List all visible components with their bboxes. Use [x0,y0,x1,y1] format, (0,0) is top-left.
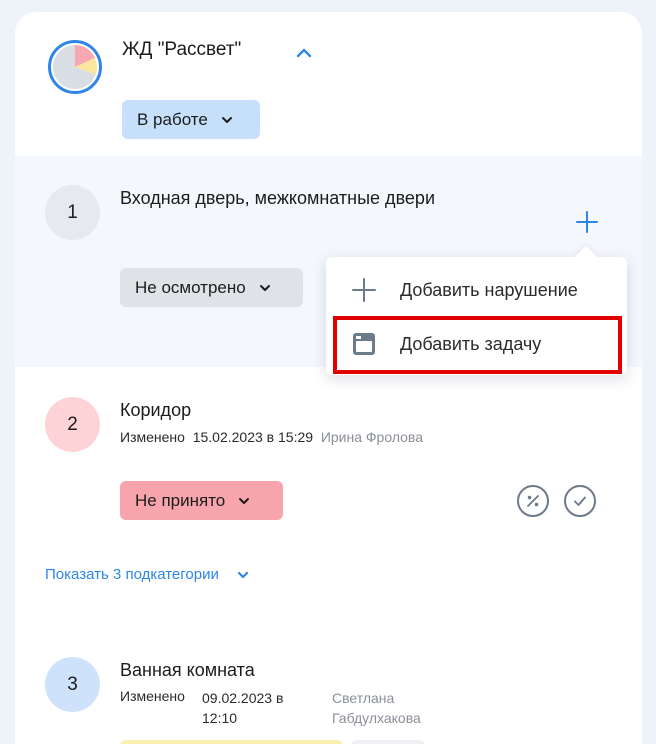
add-task-menu-item[interactable]: Добавить задачу [326,316,627,372]
chevron-up-icon[interactable] [293,42,315,64]
changed-date: 15.02.2023 в 15:29 [192,429,314,445]
room-number-badge: 3 [45,657,100,712]
add-plus-icon[interactable] [574,209,600,235]
status-dropdown-partial[interactable] [351,740,425,744]
accept-button[interactable] [564,485,596,517]
author-name: Светлана Габдулхакова [332,690,421,726]
status-label: В работе [137,109,208,129]
add-popup-menu: Добавить нарушение Добавить задачу [326,257,627,375]
percent-icon [527,495,539,507]
percent-button[interactable] [517,485,549,517]
room-title: Входная дверь, межкомнатные двери [120,188,435,208]
changed-date: 09.02.2023 в 12:10 [202,690,284,726]
progress-avatar [48,40,102,94]
room-number-badge: 1 [45,185,100,240]
status-dropdown-in-work[interactable]: В работе [122,100,260,139]
menu-item-label: Добавить задачу [400,333,542,354]
chevron-down-icon [239,497,250,504]
status-label: Не осмотрено [135,277,246,297]
status-dropdown-rejected[interactable]: Не принято [120,481,283,520]
object-title: ЖД "Рассвет" [122,39,242,60]
room-number-badge: 2 [45,397,100,452]
show-subcategories-link[interactable]: Показать 3 подкатегории [45,566,250,583]
chevron-down-icon [221,116,232,123]
changed-label: Изменено [120,688,185,704]
show-subcategories-label: Показать 3 подкатегории [45,566,219,583]
room-title: Ванная комната [120,660,255,680]
task-icon [353,333,375,355]
status-label: Не принято [135,490,226,510]
inspection-card: ЖД "Рассвет" В работе 1 Входная дверь, м… [15,12,642,744]
menu-item-label: Добавить нарушение [400,279,578,300]
object-header: ЖД "Рассвет" В работе [15,12,642,156]
changed-label: Изменено [120,429,185,445]
plus-icon [352,278,376,302]
room-change-meta: Изменено 15.02.2023 в 15:29 Ирина Фролов… [120,429,423,445]
status-dropdown-uninspected[interactable]: Не осмотрено [120,268,303,307]
chevron-down-icon [237,571,248,578]
room-title: Коридор [120,400,192,420]
progress-pie-icon [53,45,97,89]
add-violation-menu-item[interactable]: Добавить нарушение [326,262,627,318]
status-dropdown-partial[interactable] [120,740,343,744]
check-icon [574,496,586,506]
chevron-down-icon [259,284,270,291]
author-name: Ирина Фролова [320,429,423,445]
